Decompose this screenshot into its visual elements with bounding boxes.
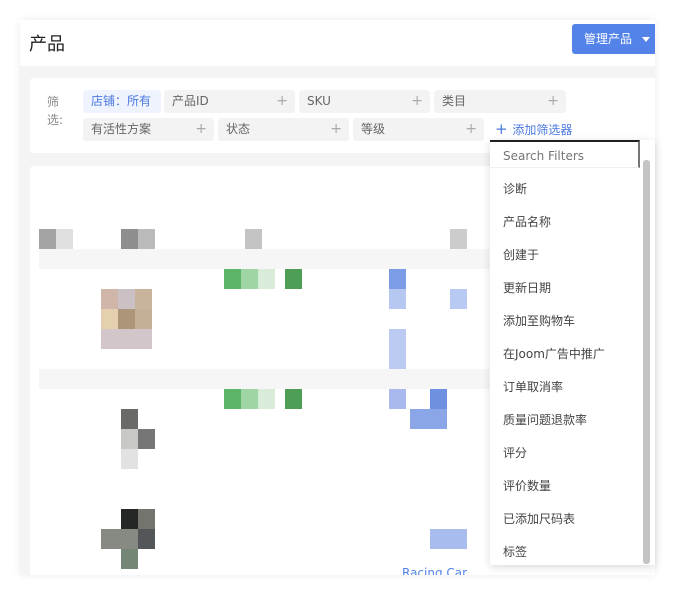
blurred-cell bbox=[450, 289, 467, 309]
blurred-cell bbox=[245, 229, 262, 249]
filter-option[interactable]: 订单取消率 bbox=[503, 378, 563, 395]
blurred-cell bbox=[389, 329, 406, 369]
product-thumbnail bbox=[138, 529, 155, 549]
product-thumbnail bbox=[101, 329, 152, 349]
filter-option[interactable]: 评价数量 bbox=[503, 477, 551, 494]
blurred-cell bbox=[450, 229, 467, 249]
search-filters-input[interactable] bbox=[490, 140, 640, 168]
product-thumbnail bbox=[121, 409, 138, 429]
filter-chip-active-plan[interactable]: 有活性方案 + bbox=[83, 118, 214, 141]
blurred-cell bbox=[430, 529, 467, 549]
status-indicator bbox=[241, 389, 258, 409]
plus-icon: + bbox=[195, 121, 207, 137]
blurred-cell bbox=[430, 389, 447, 409]
filter-option[interactable]: 更新日期 bbox=[503, 279, 551, 296]
filter-option[interactable]: 在Joom广告中推广 bbox=[503, 345, 605, 362]
filter-chip-sku[interactable]: SKU + bbox=[299, 90, 430, 113]
blurred-cell bbox=[410, 409, 447, 429]
filter-option[interactable]: 创建于 bbox=[503, 246, 539, 263]
blurred-cell bbox=[389, 289, 406, 309]
dropdown-scrollbar[interactable] bbox=[643, 160, 650, 564]
add-filter-label: 添加筛选器 bbox=[512, 123, 573, 137]
blurred-cell bbox=[138, 229, 155, 249]
filter-option[interactable]: 已添加尺码表 bbox=[503, 510, 575, 527]
status-indicator bbox=[224, 269, 241, 289]
status-indicator bbox=[285, 269, 302, 289]
manage-products-label: 管理产品 bbox=[584, 32, 633, 46]
chip-label: 有活性方案 bbox=[91, 122, 152, 136]
filter-option[interactable]: 标签 bbox=[503, 543, 527, 560]
plus-icon: + bbox=[276, 93, 288, 109]
product-name-link[interactable]: Racing Car bbox=[402, 566, 467, 575]
status-indicator bbox=[258, 389, 275, 409]
product-thumbnail bbox=[138, 509, 155, 529]
product-thumbnail bbox=[135, 289, 152, 309]
product-thumbnail bbox=[121, 449, 138, 469]
product-thumbnail bbox=[121, 429, 138, 449]
chip-label: 等级 bbox=[361, 122, 386, 136]
chip-label: 状态 bbox=[226, 122, 251, 136]
filter-chip-status[interactable]: 状态 + bbox=[218, 118, 349, 141]
status-indicator bbox=[224, 389, 241, 409]
product-thumbnail bbox=[138, 429, 155, 449]
plus-icon: + bbox=[411, 93, 423, 109]
status-indicator bbox=[241, 269, 258, 289]
product-thumbnail bbox=[135, 309, 152, 329]
manage-products-button[interactable]: 管理产品 bbox=[572, 24, 655, 54]
table-header-row bbox=[39, 369, 489, 389]
product-thumbnail bbox=[121, 549, 138, 569]
filter-option[interactable]: 诊断 bbox=[503, 180, 527, 197]
chip-label: SKU bbox=[307, 94, 331, 108]
filter-label: 筛选: bbox=[47, 95, 64, 127]
filter-chip-grade[interactable]: 等级 + bbox=[353, 118, 484, 141]
filter-dropdown: 诊断 产品名称 创建于 更新日期 添加至购物车 在Joom广告中推广 订单取消率… bbox=[490, 140, 655, 565]
filter-option[interactable]: 产品名称 bbox=[503, 213, 551, 230]
filter-option[interactable]: 质量问题退款率 bbox=[503, 411, 587, 428]
filter-chip-product-id[interactable]: 产品ID + bbox=[164, 90, 295, 113]
blurred-cell bbox=[56, 229, 73, 249]
blurred-cell bbox=[389, 389, 406, 409]
product-thumbnail bbox=[118, 309, 135, 329]
page-header: 产品 管理产品 bbox=[20, 20, 655, 66]
filter-chip-category[interactable]: 类目 + bbox=[434, 90, 566, 113]
product-thumbnail bbox=[101, 529, 138, 549]
status-indicator bbox=[258, 269, 275, 289]
status-indicator bbox=[285, 389, 302, 409]
product-thumbnail bbox=[101, 289, 118, 309]
blurred-cell bbox=[121, 229, 138, 249]
add-filter-button[interactable]: + 添加筛选器 bbox=[495, 118, 572, 142]
blurred-cell bbox=[389, 269, 406, 289]
filter-option[interactable]: 评分 bbox=[503, 444, 527, 461]
chip-label: 产品ID bbox=[172, 94, 209, 108]
filter-option[interactable]: 添加至购物车 bbox=[503, 312, 575, 329]
product-thumbnail bbox=[101, 309, 118, 329]
filter-chip-store[interactable]: 店铺：所有 bbox=[83, 90, 161, 113]
caret-down-icon bbox=[642, 37, 650, 42]
page-title: 产品 bbox=[29, 34, 65, 55]
product-thumbnail bbox=[121, 509, 138, 529]
blurred-cell bbox=[39, 229, 56, 249]
table-header-row bbox=[39, 249, 489, 269]
plus-icon: + bbox=[330, 121, 342, 137]
chip-label: 类目 bbox=[442, 94, 467, 108]
product-thumbnail bbox=[118, 289, 135, 309]
chip-label: 店铺：所有 bbox=[91, 94, 152, 108]
plus-icon: + bbox=[465, 121, 477, 137]
plus-icon: + bbox=[547, 93, 559, 109]
plus-icon: + bbox=[495, 120, 513, 138]
